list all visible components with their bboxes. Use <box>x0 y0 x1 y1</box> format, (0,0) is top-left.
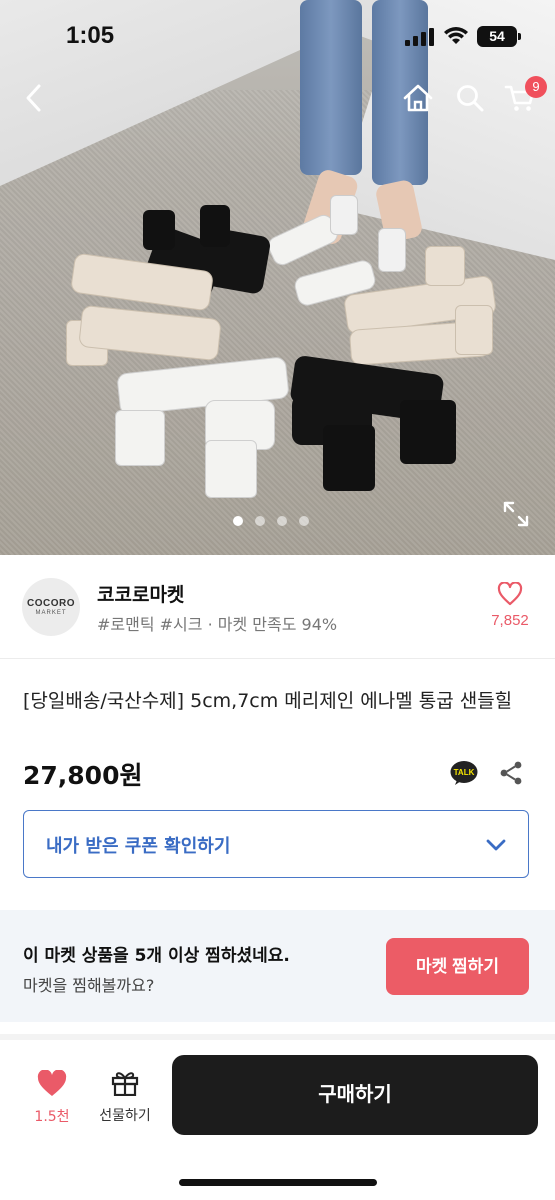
follow-market-button[interactable]: 마켓 찜하기 <box>386 938 529 995</box>
like-count: 1.5천 <box>34 1109 70 1125</box>
search-icon <box>457 85 484 112</box>
back-button[interactable] <box>16 80 52 116</box>
carousel-dot[interactable] <box>277 516 287 526</box>
kakao-talk-icon[interactable]: TALK <box>450 760 478 786</box>
gift-button[interactable]: 선물하기 <box>90 1068 160 1125</box>
heel-white-2 <box>205 440 257 498</box>
product-price: 27,800원 <box>23 761 143 790</box>
shop-logo[interactable]: COCORO MARKET <box>22 578 80 636</box>
heel-cream-4 <box>455 305 493 355</box>
home-button[interactable] <box>400 80 436 116</box>
coupon-dropdown[interactable]: 내가 받은 쿠폰 확인하기 <box>23 810 529 878</box>
cart-count-badge: 9 <box>525 76 547 98</box>
heel-black-4 <box>323 425 375 491</box>
cellular-signal-icon <box>405 28 435 46</box>
product-title: [당일배송/국산수제] 5cm,7cm 메리제인 에나멜 통굽 샌들힐 <box>23 690 513 712</box>
banner-subtext: 마켓을 찜해볼까요? <box>23 976 155 995</box>
heel-cream-3 <box>425 246 465 286</box>
shop-logo-subtext: MARKET <box>35 610 67 616</box>
status-time: 1:05 <box>66 22 115 49</box>
heel-black-3 <box>400 400 456 464</box>
gift-label: 선물하기 <box>99 1108 151 1124</box>
worn-heel-right <box>378 228 406 272</box>
share-icon[interactable] <box>498 760 524 786</box>
carousel-indicator <box>233 516 309 526</box>
heel-black-1 <box>143 210 175 250</box>
coupon-label: 내가 받은 쿠폰 확인하기 <box>46 836 231 857</box>
shop-name[interactable]: 코코로마켓 <box>97 580 184 607</box>
carousel-dot[interactable] <box>233 516 243 526</box>
home-indicator[interactable] <box>179 1179 377 1186</box>
favorite-count: 7,852 <box>491 612 529 629</box>
talk-label: TALK <box>454 768 475 777</box>
heart-outline-icon <box>497 581 523 606</box>
carousel-dot[interactable] <box>255 516 265 526</box>
market-follow-banner: 이 마켓 상품을 5개 이상 찜하셨네요. 마켓을 찜해볼까요? 마켓 찜하기 <box>0 910 555 1022</box>
shop-info[interactable]: COCORO MARKET 코코로마켓 #로맨틱 #시크 · 마켓 만족도 94… <box>0 555 555 659</box>
banner-message: 이 마켓 상품을 5개 이상 찜하셨네요. <box>23 946 290 966</box>
wifi-icon <box>444 27 468 44</box>
gift-icon <box>111 1072 139 1097</box>
chevron-down-icon <box>486 839 506 851</box>
carousel-dot[interactable] <box>299 516 309 526</box>
battery-indicator: 54 <box>477 26 521 47</box>
product-image[interactable]: 1:05 54 9 <box>0 0 555 555</box>
home-icon <box>403 84 433 112</box>
shop-favorite-button[interactable]: 7,852 <box>490 581 530 629</box>
heart-filled-icon <box>37 1069 67 1096</box>
expand-icon[interactable] <box>502 500 530 528</box>
search-button[interactable] <box>452 80 488 116</box>
heel-black-2 <box>200 205 230 247</box>
heel-white-1 <box>115 410 165 466</box>
buy-button[interactable]: 구매하기 <box>172 1055 538 1135</box>
bottom-action-bar: 1.5천 선물하기 구매하기 <box>0 1040 555 1200</box>
worn-heel-left <box>330 195 358 235</box>
like-button[interactable]: 1.5천 <box>27 1069 77 1126</box>
shop-tags: #로맨틱 #시크 · 마켓 만족도 94% <box>97 615 338 634</box>
shop-logo-text: COCORO <box>27 598 75 609</box>
chevron-left-icon <box>26 84 41 112</box>
status-bar: 1:05 54 <box>0 0 555 76</box>
